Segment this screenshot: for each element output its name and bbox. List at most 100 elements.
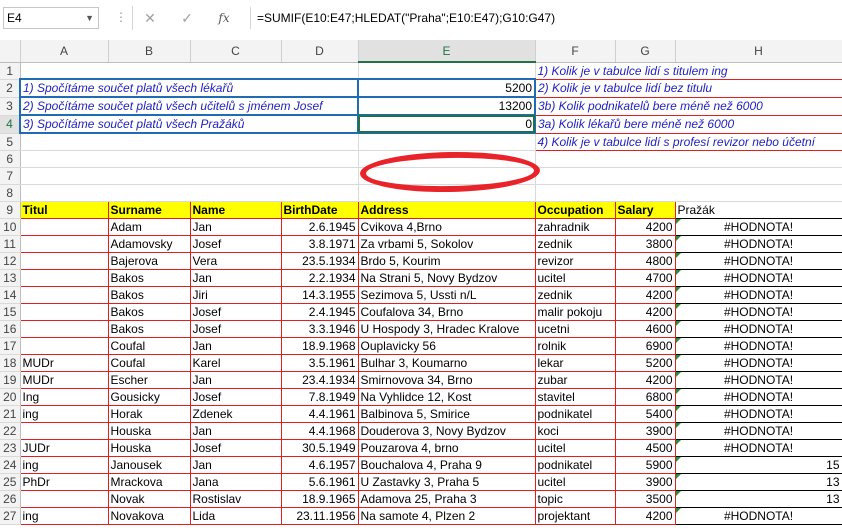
row-header[interactable]: 6 [0,150,21,168]
table-cell[interactable]: 5400 [615,405,676,423]
task-cell[interactable]: 1) Kolik je v tabulce lidí s titulem ing [534,61,842,80]
table-cell[interactable]: Novakova [108,507,191,525]
row-header[interactable]: 11 [0,235,21,253]
table-header-cell[interactable]: Pražák [674,200,842,219]
column-header-h[interactable]: H [675,40,842,63]
row-header[interactable]: 24 [0,456,21,474]
row-header[interactable]: 1 [0,62,21,80]
table-header-cell[interactable]: Occupation [535,201,616,219]
table-cell[interactable]: Jan [190,269,282,287]
table-cell[interactable]: revizor [535,252,616,270]
table-cell[interactable]: Coufal [108,354,191,372]
table-header-cell[interactable]: Surname [108,201,191,219]
table-cell[interactable]: 4.4.1968 [281,422,359,440]
table-cell[interactable]: #HODNOTA! [675,439,842,457]
column-header-g[interactable]: G [615,40,676,63]
row-header[interactable]: 12 [0,252,21,270]
row-header[interactable]: 9 [0,201,21,219]
table-cell[interactable]: #HODNOTA! [675,252,842,270]
table-cell[interactable] [20,337,109,355]
table-cell[interactable]: #HODNOTA! [675,235,842,253]
formula-input[interactable]: =SUMIF(E10:E47;HLEDAT("Praha";E10:E47);G… [250,7,842,29]
table-cell[interactable]: 18.9.1968 [281,337,359,355]
table-cell[interactable]: Bouchalova 4, Praha 9 [358,456,536,474]
row-header[interactable]: 23 [0,439,21,457]
table-cell[interactable]: Pouzarova 4, brno [358,439,536,457]
table-cell[interactable]: 23.5.1934 [281,252,359,270]
table-cell[interactable]: Horak [108,405,191,423]
table-cell[interactable]: 6900 [615,337,676,355]
table-cell[interactable]: Josef [190,439,282,457]
column-header-d[interactable]: D [281,40,359,63]
table-cell[interactable]: #HODNOTA! [675,507,842,525]
table-cell[interactable]: 4200 [615,218,676,236]
name-box[interactable]: E4 ▼ [3,7,99,29]
table-cell[interactable]: 3.8.1971 [281,235,359,253]
table-header-cell[interactable]: Salary [615,201,676,219]
table-cell[interactable]: 4200 [615,286,676,304]
table-cell[interactable]: Jan [190,218,282,236]
row-header[interactable]: 25 [0,473,21,491]
table-cell[interactable]: projektant [535,507,616,525]
table-cell[interactable]: #HODNOTA! [675,405,842,423]
table-cell[interactable]: Josef [190,320,282,338]
table-cell[interactable]: #HODNOTA! [675,286,842,304]
table-cell[interactable]: #HODNOTA! [675,303,842,321]
table-cell[interactable]: Adam [108,218,191,236]
cell[interactable] [358,62,536,80]
table-cell[interactable] [20,269,109,287]
row-header[interactable]: 19 [0,371,21,389]
table-cell[interactable]: Janousek [108,456,191,474]
row-header[interactable]: 26 [0,490,21,508]
task-cell[interactable]: 3a) Kolik lékařů bere méně než 6000 [534,114,842,134]
table-cell[interactable]: 4500 [615,439,676,457]
row-header[interactable]: 8 [0,184,21,202]
instruction-cell[interactable]: 1) Spočítáme součet platů všech lékařů [19,78,359,98]
table-cell[interactable]: U Hospody 3, Hradec Kralove [358,320,536,338]
table-cell[interactable]: Jiri [190,286,282,304]
result-cell[interactable]: 5200 [357,78,536,98]
table-cell[interactable]: 3.5.1961 [281,354,359,372]
table-cell[interactable]: Karel [190,354,282,372]
table-cell[interactable]: 2.2.1934 [281,269,359,287]
table-cell[interactable]: Na Vyhlidce 12, Kost [358,388,536,406]
table-cell[interactable]: Balbinova 5, Smirice [358,405,536,423]
table-cell[interactable]: podnikatel [535,456,616,474]
table-cell[interactable]: 5900 [615,456,676,474]
instruction-cell[interactable]: 2) Spočítáme součet platů všech učitelů … [19,96,359,116]
table-cell[interactable] [20,320,109,338]
column-header-a[interactable]: A [20,40,109,63]
table-cell[interactable]: Gousicky [108,388,191,406]
table-header-cell[interactable]: Name [190,201,282,219]
table-cell[interactable] [20,218,109,236]
table-cell[interactable] [20,235,109,253]
table-cell[interactable]: Vera [190,252,282,270]
row-header[interactable]: 2 [0,79,21,98]
row-header[interactable]: 22 [0,422,21,440]
cell[interactable] [20,184,359,202]
table-cell[interactable]: 3500 [615,490,676,508]
table-cell[interactable]: 7.8.1949 [281,388,359,406]
table-cell[interactable]: ucitel [535,473,616,491]
table-cell[interactable]: 4200 [615,303,676,321]
table-cell[interactable]: ucitel [535,269,616,287]
table-cell[interactable]: ing [20,456,109,474]
table-cell[interactable]: koci [535,422,616,440]
table-cell[interactable]: ing [20,507,109,525]
table-cell[interactable]: 4200 [615,507,676,525]
table-cell[interactable]: 3900 [615,422,676,440]
table-cell[interactable]: #HODNOTA! [675,269,842,287]
table-cell[interactable]: 4200 [615,371,676,389]
table-cell[interactable]: Na Strani 5, Novy Bydzov [358,269,536,287]
table-cell[interactable]: 2.6.1945 [281,218,359,236]
table-cell[interactable]: Mrackova [108,473,191,491]
row-header[interactable]: 4 [0,115,21,134]
cell[interactable] [358,184,536,202]
column-header-b[interactable]: B [108,40,191,63]
row-header[interactable]: 13 [0,269,21,287]
table-header-cell[interactable]: BirthDate [281,201,359,219]
task-cell[interactable]: 2) Kolik je v tabulce lidí bez titulu [534,78,842,98]
table-cell[interactable]: Escher [108,371,191,389]
column-header-e[interactable]: E [358,40,536,63]
table-cell[interactable]: 18.9.1965 [281,490,359,508]
